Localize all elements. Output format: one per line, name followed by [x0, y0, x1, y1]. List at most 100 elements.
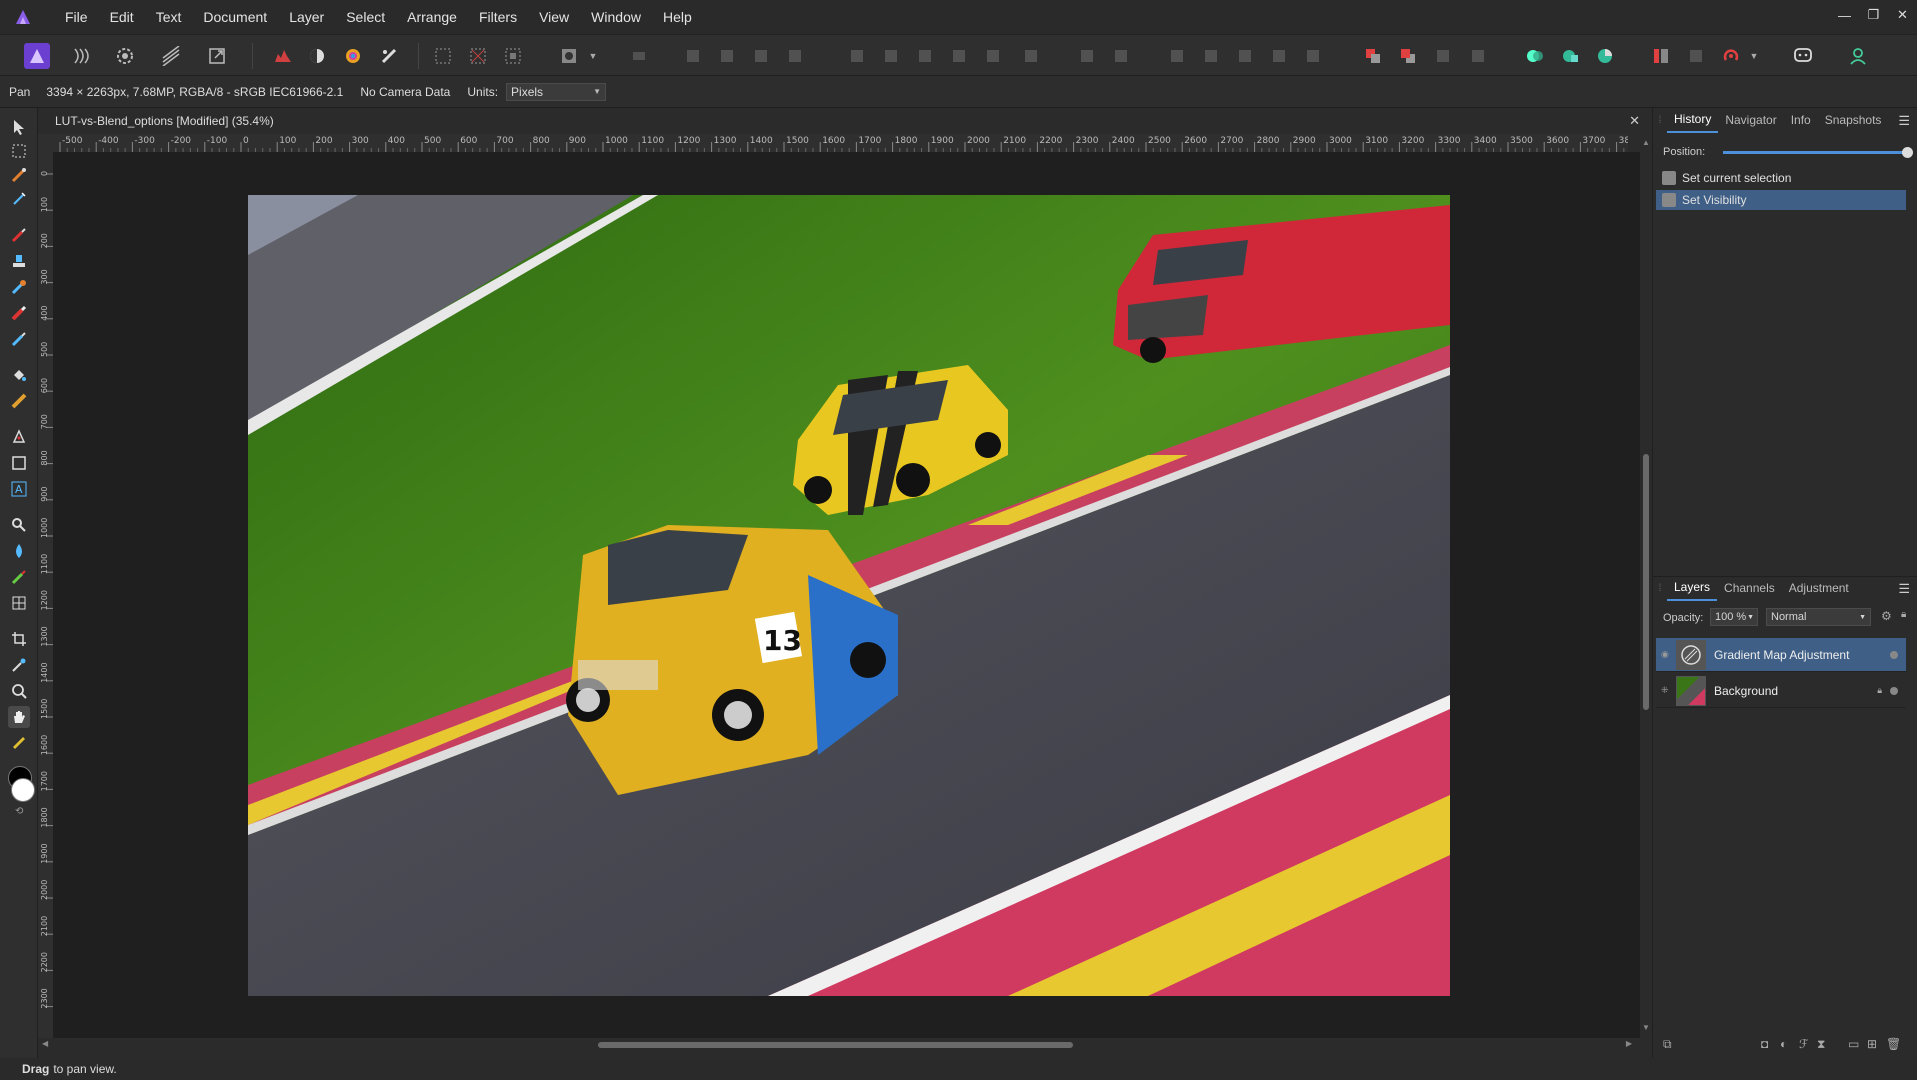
feedback-icon[interactable]: [1790, 43, 1816, 69]
blend-mode-dropdown[interactable]: Normal ▼: [1766, 608, 1871, 626]
mesh-warp-icon[interactable]: [8, 592, 30, 614]
add-layer-icon[interactable]: ⊞: [1867, 1037, 1877, 1051]
horizontal-scrollbar[interactable]: ◀ ▶: [38, 1038, 1652, 1052]
tab-channels[interactable]: Channels: [1717, 576, 1782, 600]
hand-tool-icon[interactable]: [8, 706, 30, 728]
liquify-persona-icon[interactable]: [68, 43, 94, 69]
minimize-icon[interactable]: —: [1830, 0, 1859, 30]
menu-filters[interactable]: Filters: [468, 0, 528, 34]
units-dropdown[interactable]: Pixels ▼: [506, 82, 607, 101]
auto-contrast-icon[interactable]: [304, 43, 330, 69]
app-logo-icon[interactable]: [12, 6, 34, 28]
layer-row[interactable]: ⁜ Background 🔒︎: [1656, 674, 1906, 708]
dodge-brush-icon[interactable]: [8, 276, 30, 298]
horizontal-scroll-thumb[interactable]: [598, 1042, 1073, 1048]
lock-icon[interactable]: 🔒︎: [1901, 609, 1906, 620]
tab-info[interactable]: Info: [1784, 108, 1818, 132]
photo-persona-icon[interactable]: [24, 43, 50, 69]
colour-picker-tool-icon[interactable]: [8, 654, 30, 676]
macro-icon[interactable]: [1718, 43, 1744, 69]
canvas-area[interactable]: 13: [53, 152, 1643, 1038]
blemish-removal-icon[interactable]: [8, 514, 30, 536]
position-slider-knob[interactable]: [1902, 147, 1913, 158]
menu-edit[interactable]: Edit: [99, 0, 145, 34]
visibility-icon[interactable]: ⁜: [1661, 685, 1669, 696]
tone-mapping-persona-icon[interactable]: [158, 43, 184, 69]
text-tool-icon[interactable]: A: [8, 478, 30, 500]
tab-navigator[interactable]: Navigator: [1718, 108, 1783, 132]
close-document-icon[interactable]: ✕: [1629, 113, 1640, 129]
insert-top-icon[interactable]: [1395, 43, 1421, 69]
vertical-scrollbar[interactable]: ▲ ▼: [1640, 134, 1652, 1038]
auto-white-balance-icon[interactable]: [376, 43, 402, 69]
position-slider[interactable]: [1723, 147, 1913, 158]
auto-colors-icon[interactable]: [340, 43, 366, 69]
panel-menu-icon[interactable]: ☰: [1898, 113, 1910, 129]
pen-tool-icon[interactable]: [8, 426, 30, 448]
scroll-up-icon[interactable]: ▲: [1642, 138, 1650, 147]
panel-grip-icon[interactable]: ⁞: [1653, 583, 1667, 594]
smudge-brush-icon[interactable]: [8, 328, 30, 350]
select-all-icon[interactable]: [430, 43, 456, 69]
tab-history[interactable]: History: [1667, 107, 1719, 133]
move-tool-icon[interactable]: [8, 116, 30, 138]
insert-behind-icon[interactable]: [1360, 43, 1386, 69]
deselect-icon[interactable]: [465, 43, 491, 69]
panel-menu-icon[interactable]: ☰: [1898, 581, 1910, 597]
menu-help[interactable]: Help: [652, 0, 703, 34]
history-item[interactable]: Set Visibility: [1656, 190, 1906, 210]
vertical-scroll-thumb[interactable]: [1643, 454, 1649, 710]
layer-row[interactable]: ◉ Gradient Map Adjustment: [1656, 638, 1906, 672]
quick-mask-icon[interactable]: [556, 43, 582, 69]
marquee-tool-icon[interactable]: [8, 140, 30, 162]
scroll-down-icon[interactable]: ▼: [1642, 1023, 1650, 1032]
export-persona-icon[interactable]: [204, 43, 230, 69]
layer-visibility-dot-icon[interactable]: [1890, 650, 1898, 659]
fill-tool-icon[interactable]: [8, 364, 30, 386]
swap-colours-icon[interactable]: ⟲: [15, 806, 23, 817]
gradient-tool-icon[interactable]: [8, 390, 30, 412]
panel-grip-icon[interactable]: ⁞: [1653, 115, 1667, 126]
zoom-tool-icon[interactable]: [8, 680, 30, 702]
close-icon[interactable]: ✕: [1888, 0, 1917, 30]
tab-adjustment[interactable]: Adjustment: [1782, 576, 1856, 600]
restore-icon[interactable]: ❐: [1859, 0, 1888, 30]
red-eye-icon[interactable]: [8, 540, 30, 562]
account-icon[interactable]: [1845, 43, 1871, 69]
menu-window[interactable]: Window: [580, 0, 652, 34]
invert-selection-icon[interactable]: [500, 43, 526, 69]
layer-settings-icon[interactable]: ⚙: [1881, 609, 1892, 623]
assistant-icon[interactable]: [1522, 43, 1548, 69]
quick-mask-dropdown-icon[interactable]: ▼: [586, 43, 600, 69]
crop-tool-icon[interactable]: [8, 628, 30, 650]
mask-layer-icon[interactable]: ◘: [1761, 1037, 1768, 1051]
fx-icon[interactable]: ⧗: [1817, 1037, 1825, 1052]
group-layers-icon[interactable]: ▭: [1848, 1037, 1859, 1051]
layer-visibility-dot-icon[interactable]: [1890, 686, 1898, 695]
paint-brush-icon[interactable]: [8, 224, 30, 246]
scroll-right-icon[interactable]: ▶: [1626, 1039, 1632, 1048]
history-item[interactable]: Set current selection: [1656, 168, 1906, 188]
live-filter-icon[interactable]: ℱ: [1799, 1037, 1808, 1051]
adjustment-layer-icon[interactable]: ◐: [1780, 1037, 1787, 1051]
flood-select-icon[interactable]: [8, 188, 30, 210]
menu-text[interactable]: Text: [145, 0, 193, 34]
lock-icon[interactable]: 🔒︎: [1877, 685, 1882, 696]
healing-brush-icon[interactable]: [8, 566, 30, 588]
mode-view-icon[interactable]: [1648, 43, 1674, 69]
selection-brush-icon[interactable]: [8, 164, 30, 186]
erase-brush-icon[interactable]: [8, 302, 30, 324]
menu-file[interactable]: File: [54, 0, 99, 34]
layer-comps-icon[interactable]: ⧉: [1663, 1037, 1672, 1052]
rectangle-tool-icon[interactable]: [8, 452, 30, 474]
tab-layers[interactable]: Layers: [1667, 575, 1718, 601]
menu-document[interactable]: Document: [192, 0, 278, 34]
clone-brush-icon[interactable]: [8, 250, 30, 272]
menu-arrange[interactable]: Arrange: [396, 0, 468, 34]
assistant-options-icon[interactable]: [1557, 43, 1583, 69]
visibility-icon[interactable]: ◉: [1661, 649, 1669, 660]
delete-layer-icon[interactable]: 🗑︎: [1886, 1037, 1901, 1051]
secondary-colour-swatch[interactable]: [11, 778, 35, 802]
measure-tool-icon[interactable]: [8, 732, 30, 754]
menu-select[interactable]: Select: [335, 0, 396, 34]
